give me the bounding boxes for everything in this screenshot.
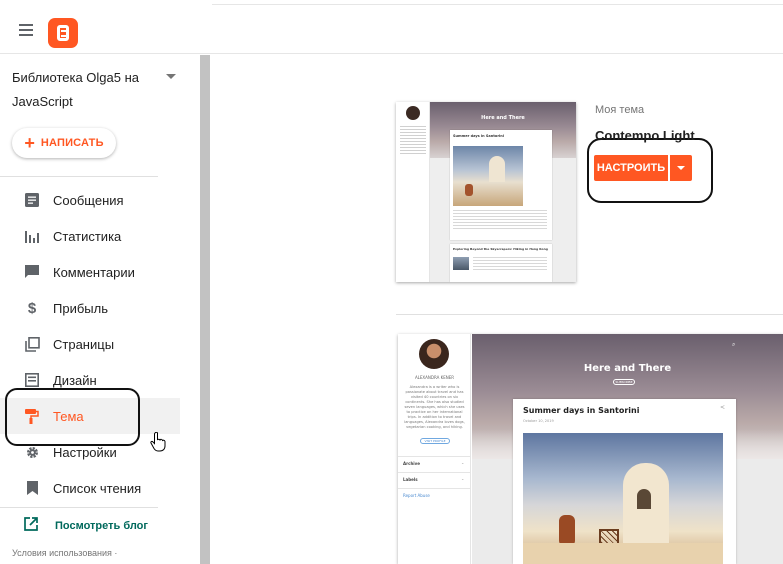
my-theme-label: Моя тема (595, 104, 645, 116)
divider (398, 488, 471, 489)
hand-cursor-icon (150, 431, 168, 457)
post-image (523, 433, 723, 564)
terms-link[interactable]: Условия использования · (12, 548, 117, 558)
share-icon: < (720, 404, 726, 411)
plus-icon: + (24, 133, 35, 153)
sidebar-item-label: Комментарии (53, 264, 135, 280)
post-title: Summer days in Santorini (523, 406, 640, 415)
pages-icon (24, 336, 40, 352)
site-title: Here and There (481, 115, 525, 121)
sidebar-item-label: Список чтения (53, 480, 142, 496)
divider (0, 176, 158, 177)
subscribe-button: SUBSCRIBE (613, 379, 635, 385)
gear-icon (24, 444, 40, 460)
theme-preview[interactable]: ALEXANDRA KENER Alexandra is a writer wh… (398, 334, 783, 564)
view-blog-label: Посмотреть блог (55, 520, 148, 532)
write-button-label: НАПИСАТЬ (40, 137, 104, 149)
posts-icon (24, 192, 40, 208)
comments-icon (24, 264, 40, 280)
author-bio: Alexandra is a writer who is passionate … (404, 385, 465, 429)
view-blog-link[interactable]: Посмотреть блог (24, 516, 148, 536)
top-bar (0, 0, 783, 54)
post-title: Exploring Beyond the Skyscrapers: Hiking… (453, 247, 548, 251)
visit-profile-button: VISIT PROFILE (420, 438, 450, 444)
divider (398, 472, 471, 473)
dollar-icon: $ (27, 299, 37, 317)
post-snippet (473, 257, 547, 270)
section-divider (396, 314, 783, 315)
site-title: Here and There (583, 363, 672, 374)
customize-dropdown-button[interactable] (670, 155, 692, 181)
hamburger-icon[interactable] (19, 24, 33, 36)
search-icon: ⌕ (732, 341, 736, 348)
labels-widget: Labels (403, 477, 418, 482)
sidebar-item-pages[interactable]: Страницы (0, 326, 180, 362)
post-date: October 10, 2019 (523, 419, 554, 423)
avatar (419, 339, 449, 369)
chevron-down-icon: ⌄ (461, 460, 465, 465)
post-snippet (453, 210, 547, 230)
sidebar-item-posts[interactable]: Сообщения (0, 182, 180, 218)
annotation-outline (5, 388, 140, 446)
open-external-icon (24, 516, 38, 536)
customize-button[interactable]: НАСТРОИТЬ (594, 155, 692, 181)
stats-icon (24, 228, 40, 244)
theme-name: Contempo Light (595, 128, 695, 143)
bio-text (400, 126, 426, 156)
post-image (453, 146, 523, 206)
sidebar-item-earnings[interactable]: $ Прибыль (0, 290, 180, 326)
sidebar-item-comments[interactable]: Комментарии (0, 254, 180, 290)
avatar (406, 106, 420, 120)
chevron-down-icon[interactable] (166, 74, 176, 79)
top-divider (212, 4, 783, 5)
post-card: Summer days in Santorini October 10, 201… (513, 399, 736, 564)
sidebar-item-stats[interactable]: Статистика (0, 218, 180, 254)
chevron-down-icon: ⌄ (461, 476, 465, 481)
bookmark-icon (24, 480, 40, 496)
post-image (453, 257, 469, 270)
post-card: Exploring Beyond the Skyscrapers: Hiking… (450, 244, 552, 282)
sidebar-item-label: Страницы (53, 336, 115, 352)
blogger-logo-icon[interactable] (48, 18, 78, 48)
report-abuse-link: Report Abuse (403, 493, 430, 498)
write-button[interactable]: + НАПИСАТЬ (12, 128, 116, 158)
sidebar-item-label: Прибыль (53, 300, 108, 316)
author-name: ALEXANDRA KENER (414, 375, 455, 380)
customize-button-label[interactable]: НАСТРОИТЬ (594, 155, 668, 181)
current-theme-thumbnail[interactable]: Here and There Summer days in Santorini … (396, 102, 576, 282)
sidebar-item-reading-list[interactable]: Список чтения (0, 470, 180, 506)
divider (0, 507, 158, 508)
sidebar-item-label: Статистика (53, 228, 122, 244)
sidebar-item-label: Настройки (53, 444, 117, 460)
post-card: Summer days in Santorini (450, 130, 552, 240)
archive-widget: Archive (403, 461, 420, 466)
divider (398, 456, 471, 457)
layout-icon (24, 372, 40, 388)
post-title: Summer days in Santorini (453, 134, 504, 138)
sidebar-item-label: Дизайн (53, 372, 97, 388)
blog-selector[interactable]: Библиотека Olga5 на JavaScript (12, 66, 162, 114)
chevron-down-icon (677, 166, 685, 170)
sidebar-item-label: Сообщения (53, 192, 124, 208)
sidebar-scrollbar[interactable] (200, 55, 210, 564)
